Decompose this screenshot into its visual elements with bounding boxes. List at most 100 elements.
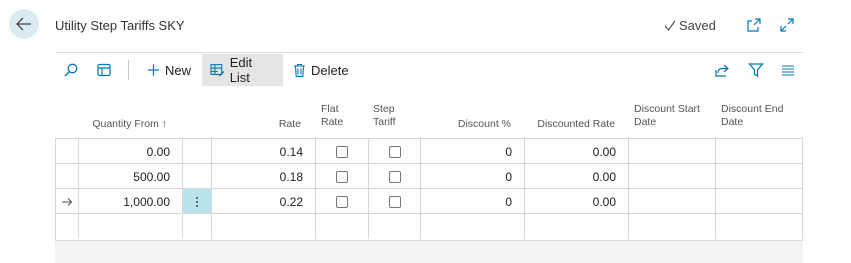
- delete-button[interactable]: Delete: [285, 54, 357, 86]
- cell-discount-pct[interactable]: 0: [421, 164, 525, 189]
- cell-discount-start-date[interactable]: [629, 164, 716, 189]
- grid-footer-area: [55, 240, 803, 263]
- new-button-label: New: [164, 62, 191, 78]
- cell-row-menu[interactable]: [183, 164, 212, 189]
- step-tariff-checkbox[interactable]: [388, 195, 401, 208]
- cell-discount-pct[interactable]: [421, 214, 525, 239]
- open-in-new-window-icon: [747, 18, 761, 32]
- col-header-discount-pct[interactable]: Discount %: [420, 118, 511, 131]
- edit-list-button[interactable]: Edit List: [202, 54, 283, 86]
- cell-flat-rate[interactable]: [316, 214, 369, 239]
- col-header-flat-rate[interactable]: Flat Rate: [321, 103, 343, 129]
- cell-row-menu[interactable]: [183, 214, 212, 239]
- cell-discounted-rate[interactable]: [525, 214, 629, 239]
- col-header-discount-end-date[interactable]: Discount End Date: [721, 103, 783, 129]
- table-row[interactable]: 500.00 0.18 0 0.00: [55, 163, 803, 189]
- col-header-step-tariff[interactable]: Step Tariff: [373, 103, 396, 129]
- step-tariff-checkbox[interactable]: [388, 170, 401, 183]
- cell-discount-start-date[interactable]: [629, 139, 716, 164]
- layout-button[interactable]: [95, 61, 113, 79]
- search-icon: [64, 63, 78, 77]
- page-title: Utility Step Tariffs SKY: [55, 18, 185, 33]
- cell-step-tariff[interactable]: [369, 189, 421, 214]
- col-header-discount-start-line2: Date: [634, 116, 657, 128]
- step-tariff-checkbox[interactable]: [388, 145, 401, 158]
- plus-icon: [147, 64, 160, 76]
- cell-quantity-from[interactable]: [79, 214, 183, 239]
- grid-left-border: [55, 138, 56, 240]
- expand-icon: [780, 18, 794, 32]
- cell-rate[interactable]: 0.18: [212, 164, 316, 189]
- cell-discount-pct[interactable]: 0: [421, 189, 525, 214]
- share-button[interactable]: [713, 61, 731, 79]
- flat-rate-checkbox[interactable]: [336, 145, 348, 158]
- cell-discount-end-date[interactable]: [716, 214, 803, 239]
- cell-rate[interactable]: 0.22: [212, 189, 316, 214]
- more-vertical-icon: [196, 196, 198, 207]
- col-header-rate[interactable]: Rate: [212, 118, 301, 131]
- cell-discount-end-date[interactable]: [716, 189, 803, 214]
- back-arrow-icon: [16, 17, 31, 31]
- row-selector[interactable]: [55, 214, 79, 239]
- col-header-flat-rate-line2: Rate: [321, 116, 344, 128]
- delete-button-label: Delete: [311, 62, 349, 78]
- edit-list-icon: [210, 64, 225, 77]
- col-header-discounted-rate[interactable]: Discounted Rate: [524, 118, 615, 131]
- filter-icon: [748, 63, 764, 78]
- new-button[interactable]: New: [139, 54, 199, 86]
- cell-step-tariff[interactable]: [369, 214, 421, 239]
- expand-button[interactable]: [778, 16, 796, 34]
- checkmark-icon: [664, 20, 676, 31]
- cell-discount-end-date[interactable]: [716, 164, 803, 189]
- row-selector[interactable]: [55, 164, 79, 189]
- col-header-discount-end-line1: Discount End: [721, 103, 784, 115]
- row-selector[interactable]: [55, 189, 79, 214]
- table-row-empty[interactable]: [55, 213, 803, 239]
- cell-discount-pct[interactable]: 0: [421, 139, 525, 164]
- cell-discounted-rate[interactable]: 0.00: [525, 164, 629, 189]
- col-header-step-tariff-line1: Step: [373, 103, 395, 115]
- share-icon: [715, 64, 729, 77]
- cell-flat-rate[interactable]: [316, 189, 369, 214]
- toolbar-top-border: [55, 52, 803, 53]
- col-header-discount-start-date[interactable]: Discount Start Date: [634, 103, 700, 129]
- cell-quantity-from[interactable]: 1,000.00: [79, 189, 183, 214]
- cell-discounted-rate[interactable]: 0.00: [525, 189, 629, 214]
- row-arrow-icon: [61, 197, 72, 206]
- toolbar-separator: [128, 60, 129, 80]
- list-view-button[interactable]: [779, 61, 797, 79]
- cell-discount-start-date[interactable]: [629, 189, 716, 214]
- back-button[interactable]: [9, 9, 39, 39]
- layout-icon: [97, 63, 111, 77]
- cell-flat-rate[interactable]: [316, 164, 369, 189]
- col-header-flat-rate-line1: Flat: [321, 103, 339, 115]
- flat-rate-checkbox[interactable]: [336, 170, 348, 183]
- list-view-icon: [782, 65, 794, 76]
- col-header-discount-start-line1: Discount Start: [634, 103, 700, 115]
- table-row[interactable]: 0.00 0.14 0 0.00: [55, 138, 803, 164]
- cell-discount-start-date[interactable]: [629, 214, 716, 239]
- cell-row-menu[interactable]: [183, 139, 212, 164]
- cell-rate[interactable]: 0.14: [212, 139, 316, 164]
- open-in-new-window-button[interactable]: [745, 16, 763, 34]
- edit-list-button-label: Edit List: [229, 55, 253, 85]
- col-header-quantity-from[interactable]: Quantity From ↑: [55, 118, 167, 131]
- trash-icon: [294, 63, 305, 77]
- cell-discounted-rate[interactable]: 0.00: [525, 139, 629, 164]
- col-header-step-tariff-line2: Tariff: [373, 116, 396, 128]
- cell-step-tariff[interactable]: [369, 139, 421, 164]
- cell-discount-end-date[interactable]: [716, 139, 803, 164]
- cell-flat-rate[interactable]: [316, 139, 369, 164]
- cell-rate[interactable]: [212, 214, 316, 239]
- search-button[interactable]: [62, 61, 80, 79]
- cell-quantity-from[interactable]: 500.00: [79, 164, 183, 189]
- row-actions-menu-button[interactable]: [183, 189, 212, 214]
- row-selector[interactable]: [55, 139, 79, 164]
- cell-step-tariff[interactable]: [369, 164, 421, 189]
- table-row-current[interactable]: 1,000.00 0.22 0 0.00: [55, 188, 803, 214]
- filter-button[interactable]: [747, 61, 765, 79]
- flat-rate-checkbox[interactable]: [336, 195, 348, 208]
- saved-status: Saved: [663, 18, 716, 33]
- cell-quantity-from[interactable]: 0.00: [79, 139, 183, 164]
- saved-label: Saved: [679, 18, 716, 33]
